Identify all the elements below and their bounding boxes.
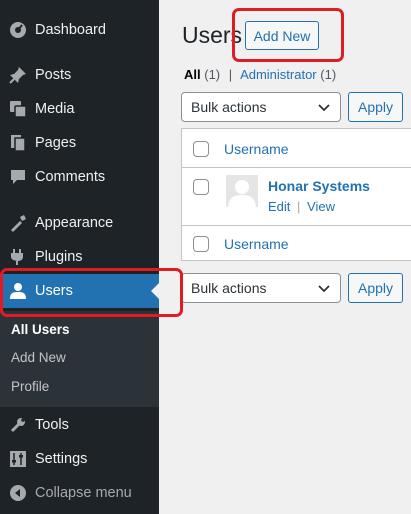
sidebar-item-label: Settings bbox=[35, 451, 88, 467]
sidebar-item-users[interactable]: Users bbox=[0, 274, 159, 308]
submenu-item-all-users[interactable]: All Users bbox=[11, 322, 70, 337]
bulk-actions-selected-value: Bulk actions bbox=[191, 280, 267, 296]
sidebar-item-appearance[interactable]: Appearance bbox=[0, 206, 159, 240]
sidebar-item-comments[interactable]: Comments bbox=[0, 160, 159, 194]
row-checkbox[interactable] bbox=[193, 179, 209, 195]
sidebar-item-label: Plugins bbox=[35, 249, 83, 265]
plugins-icon bbox=[8, 247, 28, 267]
collapse-menu-button[interactable]: Collapse menu bbox=[0, 476, 159, 510]
submenu-item-profile[interactable]: Profile bbox=[11, 379, 49, 394]
media-icon bbox=[8, 99, 28, 119]
sidebar-item-label: Comments bbox=[35, 169, 106, 185]
sidebar-item-label: Posts bbox=[35, 67, 72, 83]
sidebar-item-media[interactable]: Media bbox=[0, 92, 159, 126]
sidebar-item-label: Appearance bbox=[35, 215, 114, 231]
admin-sidebar: Dashboard Posts Media Pages Comments App… bbox=[0, 0, 159, 514]
bulk-actions-select-bottom[interactable]: Bulk actions bbox=[181, 273, 341, 303]
view-user-link[interactable]: View bbox=[307, 199, 335, 214]
sidebar-item-label: Dashboard bbox=[35, 22, 106, 38]
filter-administrator-link[interactable]: Administrator bbox=[240, 67, 317, 82]
bulk-actions-selected-value: Bulk actions bbox=[191, 99, 267, 115]
divider bbox=[182, 167, 411, 168]
row-actions: Edit | View bbox=[268, 199, 335, 214]
sidebar-item-pages[interactable]: Pages bbox=[0, 126, 159, 160]
column-header-username[interactable]: Username bbox=[224, 141, 289, 157]
filter-administrator-count: (1) bbox=[320, 67, 337, 82]
sidebar-item-tools[interactable]: Tools bbox=[0, 408, 159, 442]
filter-all-count: (1) bbox=[204, 67, 221, 82]
edit-user-link[interactable]: Edit bbox=[268, 199, 290, 214]
user-username-link[interactable]: Honar Systems bbox=[268, 178, 370, 194]
apply-button-bottom[interactable]: Apply bbox=[348, 273, 403, 303]
users-icon bbox=[8, 281, 28, 301]
sidebar-item-label: Media bbox=[35, 101, 75, 117]
chevron-down-icon bbox=[318, 285, 330, 293]
sidebar-item-label: Users bbox=[35, 283, 73, 299]
select-all-checkbox[interactable] bbox=[193, 141, 209, 157]
sidebar-item-dashboard[interactable]: Dashboard bbox=[0, 13, 159, 47]
sidebar-item-plugins[interactable]: Plugins bbox=[0, 240, 159, 274]
role-filter-links: All (1) | Administrator (1) bbox=[184, 67, 336, 82]
divider bbox=[182, 225, 411, 226]
sidebar-item-posts[interactable]: Posts bbox=[0, 58, 159, 92]
sidebar-item-label: Tools bbox=[35, 417, 69, 433]
column-footer-username[interactable]: Username bbox=[224, 236, 289, 252]
bulk-actions-select-top[interactable]: Bulk actions bbox=[181, 92, 341, 122]
tools-icon bbox=[8, 415, 28, 435]
filter-separator: | bbox=[228, 67, 233, 82]
avatar bbox=[226, 175, 258, 207]
pages-icon bbox=[8, 133, 28, 153]
dashboard-icon bbox=[8, 20, 28, 40]
sidebar-item-settings[interactable]: Settings bbox=[0, 442, 159, 476]
add-new-user-button[interactable]: Add New bbox=[245, 21, 319, 50]
appearance-icon bbox=[8, 213, 28, 233]
chevron-down-icon bbox=[318, 104, 330, 112]
filter-all-link[interactable]: All bbox=[184, 67, 201, 82]
row-action-separator: | bbox=[297, 199, 301, 214]
submenu-item-add-new[interactable]: Add New bbox=[11, 350, 66, 365]
comments-icon bbox=[8, 167, 28, 187]
page-title: Users bbox=[182, 22, 243, 48]
sidebar-item-label: Pages bbox=[35, 135, 77, 151]
select-all-checkbox-footer[interactable] bbox=[193, 236, 209, 252]
current-menu-arrow bbox=[151, 283, 159, 299]
apply-button-top[interactable]: Apply bbox=[348, 92, 403, 122]
collapse-icon bbox=[8, 483, 28, 503]
sidebar-item-label: Collapse menu bbox=[35, 485, 132, 501]
users-table: Username Honar Systems Edit | View Usern… bbox=[181, 128, 411, 261]
default-avatar-icon bbox=[228, 180, 256, 207]
pin-icon bbox=[8, 65, 28, 85]
settings-icon bbox=[8, 449, 28, 469]
users-submenu: All Users Add New Profile bbox=[0, 311, 159, 407]
